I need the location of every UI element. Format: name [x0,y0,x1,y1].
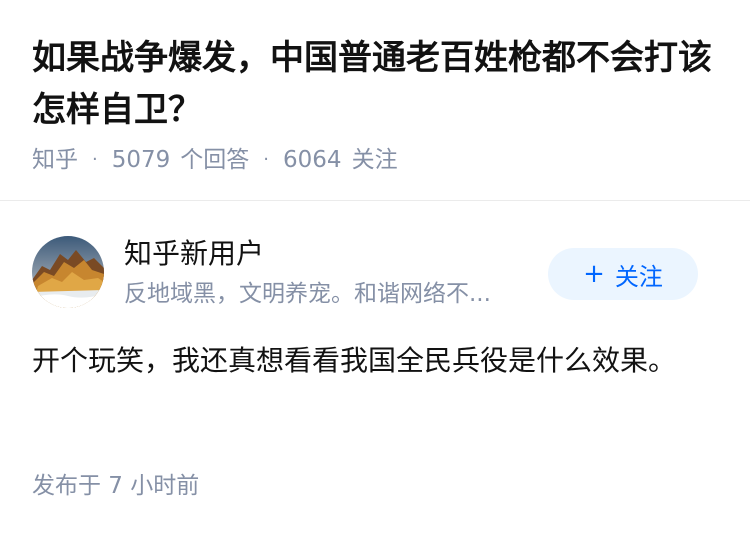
follower-count-group[interactable]: 6064 关注 [283,142,398,178]
follow-button-label: 关注 [614,262,663,291]
author-bio: 反地域黑，文明养宠。和谐网络不... [124,281,491,307]
answer-content[interactable]: 开个玩笑，我还真想看看我国全民兵役是什么效果。 [32,338,692,384]
answer-publish-time: 发布于 7 小时前 [32,473,200,499]
answer-count-label: 个回答 [180,147,250,173]
avatar[interactable] [32,236,104,308]
avatar-landscape-image [32,236,104,308]
follow-button[interactable]: + 关注 [548,248,698,300]
answer-page: 如果战争爆发，中国普通老百姓枪都不会打该怎样自卫？ 知乎 · 5079 个回答 ·… [0,0,750,538]
answer-count-group[interactable]: 5079 个回答 [112,142,250,178]
meta-separator: · [92,149,98,170]
answer-count: 5079 [111,147,171,173]
plus-icon: + [583,259,605,289]
question-meta: 知乎 · 5079 个回答 · 6064 关注 [32,142,398,178]
source-label[interactable]: 知乎 [32,142,78,178]
author-name[interactable]: 知乎新用户 [124,234,264,274]
follower-count-label: 关注 [351,147,398,173]
question-title[interactable]: 如果战争爆发，中国普通老百姓枪都不会打该怎样自卫？ [32,32,722,136]
follower-count: 6064 [283,147,342,173]
divider [0,200,750,201]
meta-separator: · [263,149,270,170]
